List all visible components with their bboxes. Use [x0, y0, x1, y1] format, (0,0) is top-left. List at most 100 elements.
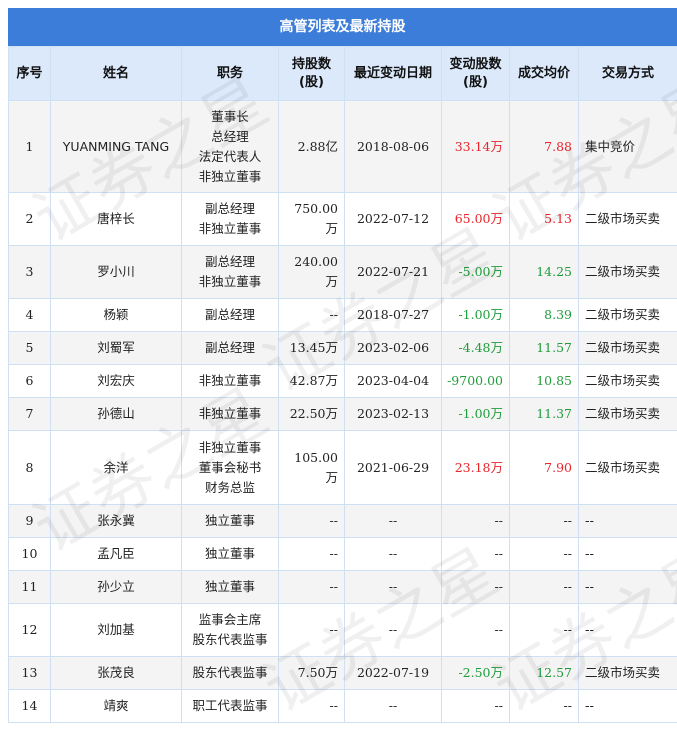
- last-change-date: 2018-08-06: [344, 100, 442, 193]
- executive-name: 张茂良: [50, 656, 182, 690]
- shares-held: 105.00万: [278, 430, 345, 505]
- shares-held: 750.00万: [278, 192, 345, 246]
- table-body: 1 YUANMING TANG 董事长 总经理 法定代表人 非独立董事 2.88亿 2018-…: [8, 100, 677, 723]
- role-line: 非独立董事: [198, 168, 262, 184]
- executive-name: 刘蜀军: [50, 331, 182, 365]
- table-row: 3 罗小川 副总经理 非独立董事 240.00万 2022-07-21 -5.00万 14.2…: [8, 245, 677, 299]
- role-line: 独立董事: [204, 546, 255, 561]
- shares-held: 7.50万: [278, 656, 345, 690]
- role-line: 董事会秘书: [198, 459, 262, 475]
- last-change-date: --: [344, 689, 442, 723]
- trade-method: --: [578, 570, 677, 604]
- table-row: 4 杨颖 副总经理 -- 2018-07-27 -1.00万 8.39 二级市场买卖: [8, 298, 677, 332]
- row-number: 5: [8, 331, 51, 365]
- col-header-method: 交易方式: [578, 46, 677, 101]
- role-line: 职工代表监事: [192, 698, 268, 713]
- role-line: 独立董事: [204, 579, 255, 594]
- trade-method: 二级市场买卖: [578, 331, 677, 365]
- executive-roles: 非独立董事 董事会秘书 财务总监: [181, 430, 279, 505]
- change-shares: 33.14万: [441, 100, 510, 193]
- shares-held: --: [278, 504, 345, 538]
- table-row: 10 孟凡臣 独立董事 -- -- -- -- --: [8, 537, 677, 571]
- change-shares: 65.00万: [441, 192, 510, 246]
- table-title: 高管列表及最新持股: [8, 8, 677, 46]
- executive-roles: 股东代表监事: [181, 656, 279, 690]
- executive-name: 张永冀: [50, 504, 182, 538]
- role-line: 财务总监: [204, 479, 255, 495]
- col-header-no: 序号: [8, 46, 51, 101]
- avg-price: 10.85: [509, 364, 579, 398]
- role-line: 股东代表监事: [192, 665, 268, 680]
- table-row: 1 YUANMING TANG 董事长 总经理 法定代表人 非独立董事 2.88亿 2018-…: [8, 100, 677, 193]
- executive-roles: 独立董事: [181, 570, 279, 604]
- shares-held: --: [278, 298, 345, 332]
- trade-method: 二级市场买卖: [578, 656, 677, 690]
- role-line: 法定代表人: [198, 148, 262, 164]
- role-line: 非独立董事: [198, 221, 262, 236]
- row-number: 10: [8, 537, 51, 571]
- row-number: 3: [8, 245, 51, 299]
- trade-method: 二级市场买卖: [578, 430, 677, 505]
- row-number: 7: [8, 397, 51, 431]
- col-header-price: 成交均价: [509, 46, 579, 101]
- shares-held: --: [278, 689, 345, 723]
- last-change-date: 2021-06-29: [344, 430, 442, 505]
- table-row: 9 张永冀 独立董事 -- -- -- -- --: [8, 504, 677, 538]
- last-change-date: 2022-07-12: [344, 192, 442, 246]
- trade-method: 二级市场买卖: [578, 397, 677, 431]
- table-header-row: 序号 姓名 职务 持股数(股) 最近变动日期 变动股数(股) 成交均价 交易方式: [8, 46, 677, 101]
- executive-name: 罗小川: [50, 245, 182, 299]
- shares-held: 22.50万: [278, 397, 345, 431]
- holdings-panel: 高管列表及最新持股 序号 姓名 职务 持股数(股) 最近变动日期 变动股数(股)…: [8, 8, 677, 723]
- trade-method: --: [578, 504, 677, 538]
- table-row: 14 靖爽 职工代表监事 -- -- -- -- --: [8, 689, 677, 723]
- col-header-role: 职务: [181, 46, 279, 101]
- change-shares: --: [441, 603, 510, 657]
- role-line: 非独立董事: [198, 274, 262, 289]
- executive-name: 刘宏庆: [50, 364, 182, 398]
- avg-price: 5.13: [509, 192, 579, 246]
- table-row: 7 孙德山 非独立董事 22.50万 2023-02-13 -1.00万 11.37 二级市场…: [8, 397, 677, 431]
- executive-roles: 职工代表监事: [181, 689, 279, 723]
- table-row: 2 唐梓长 副总经理 非独立董事 750.00万 2022-07-12 65.00万 5.13…: [8, 192, 677, 246]
- shares-held: 240.00万: [278, 245, 345, 299]
- shares-held: --: [278, 603, 345, 657]
- row-number: 8: [8, 430, 51, 505]
- change-shares: --: [441, 689, 510, 723]
- executive-roles: 副总经理 非独立董事: [181, 192, 279, 246]
- table-row: 11 孙少立 独立董事 -- -- -- -- --: [8, 570, 677, 604]
- last-change-date: --: [344, 570, 442, 604]
- col-header-change: 变动股数(股): [441, 46, 510, 101]
- role-line: 副总经理: [204, 201, 255, 216]
- avg-price: --: [509, 603, 579, 657]
- last-change-date: 2018-07-27: [344, 298, 442, 332]
- shares-held: 42.87万: [278, 364, 345, 398]
- col-header-name: 姓名: [50, 46, 182, 101]
- row-number: 14: [8, 689, 51, 723]
- role-line: 总经理: [211, 128, 249, 144]
- last-change-date: 2023-02-06: [344, 331, 442, 365]
- avg-price: --: [509, 504, 579, 538]
- last-change-date: 2022-07-21: [344, 245, 442, 299]
- last-change-date: --: [344, 537, 442, 571]
- row-number: 2: [8, 192, 51, 246]
- avg-price: 11.57: [509, 331, 579, 365]
- executive-roles: 独立董事: [181, 504, 279, 538]
- avg-price: --: [509, 570, 579, 604]
- trade-method: --: [578, 603, 677, 657]
- role-line: 董事长: [211, 108, 249, 124]
- executive-name: 孙德山: [50, 397, 182, 431]
- avg-price: --: [509, 689, 579, 723]
- last-change-date: --: [344, 603, 442, 657]
- change-shares: -4.48万: [441, 331, 510, 365]
- row-number: 4: [8, 298, 51, 332]
- role-line: 股东代表监事: [192, 632, 268, 647]
- col-header-date: 最近变动日期: [344, 46, 442, 101]
- executive-roles: 非独立董事: [181, 364, 279, 398]
- executives-table: 序号 姓名 职务 持股数(股) 最近变动日期 变动股数(股) 成交均价 交易方式…: [8, 46, 677, 723]
- last-change-date: --: [344, 504, 442, 538]
- avg-price: 7.88: [509, 100, 579, 193]
- change-shares: --: [441, 537, 510, 571]
- role-line: 副总经理: [204, 340, 255, 355]
- role-line: 非独立董事: [198, 373, 262, 388]
